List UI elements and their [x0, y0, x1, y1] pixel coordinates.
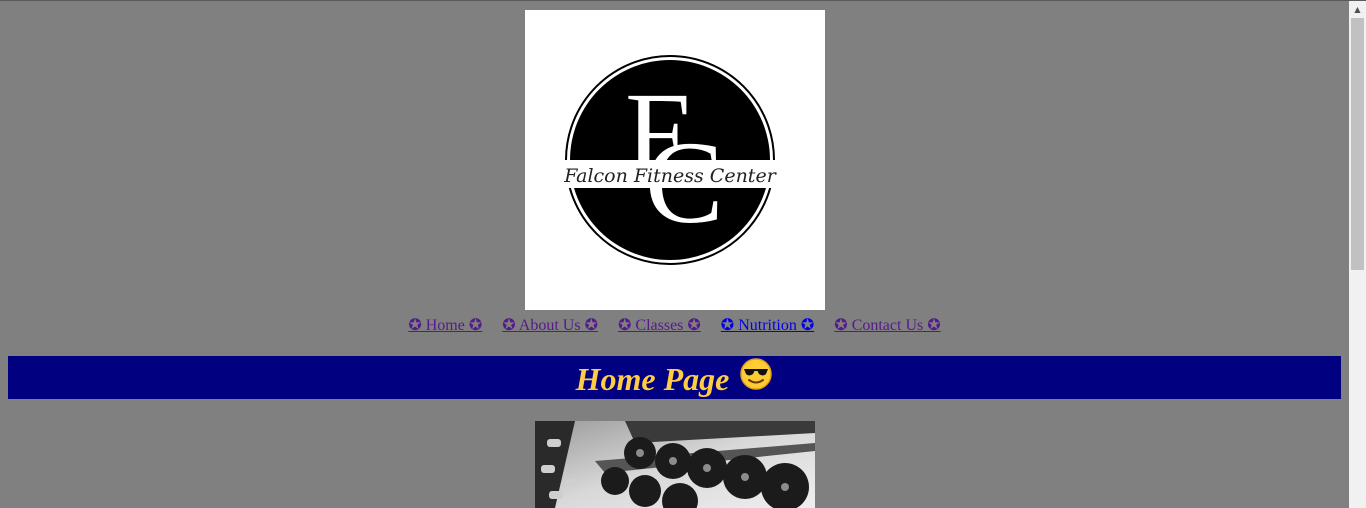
nav-about-link[interactable]: ✪ About Us ✪ — [502, 317, 598, 334]
nav-classes-link[interactable]: ✪ Classes ✪ — [618, 317, 701, 334]
logo-graphic: F C Falcon Fitness Center — [563, 55, 778, 265]
page-title-banner: Home Page — [8, 356, 1341, 399]
site-logo: F C Falcon Fitness Center — [525, 10, 825, 310]
vertical-scrollbar[interactable]: ▲ — [1349, 1, 1366, 508]
nav-nutrition-link[interactable]: ✪ Nutrition ✪ — [721, 317, 814, 334]
page-title-text: Home Page — [575, 361, 730, 397]
hero-image-dumbbells — [535, 421, 815, 508]
page: F C Falcon Fitness Center ✪ Home ✪ ✪ Abo… — [0, 1, 1349, 508]
sunglasses-smiley-icon — [739, 357, 773, 403]
scrollbar-thumb[interactable] — [1351, 18, 1364, 270]
scroll-up-arrow-icon[interactable]: ▲ — [1349, 1, 1366, 18]
nav-home-link[interactable]: ✪ Home ✪ — [408, 317, 482, 334]
logo-script-text: Falcon Fitness Center — [563, 165, 777, 187]
page-title: Home Page — [8, 356, 1341, 406]
nav-contact-link[interactable]: ✪ Contact Us ✪ — [834, 317, 940, 334]
main-nav: ✪ Home ✪ ✪ About Us ✪ ✪ Classes ✪ ✪ Nutr… — [0, 316, 1349, 336]
